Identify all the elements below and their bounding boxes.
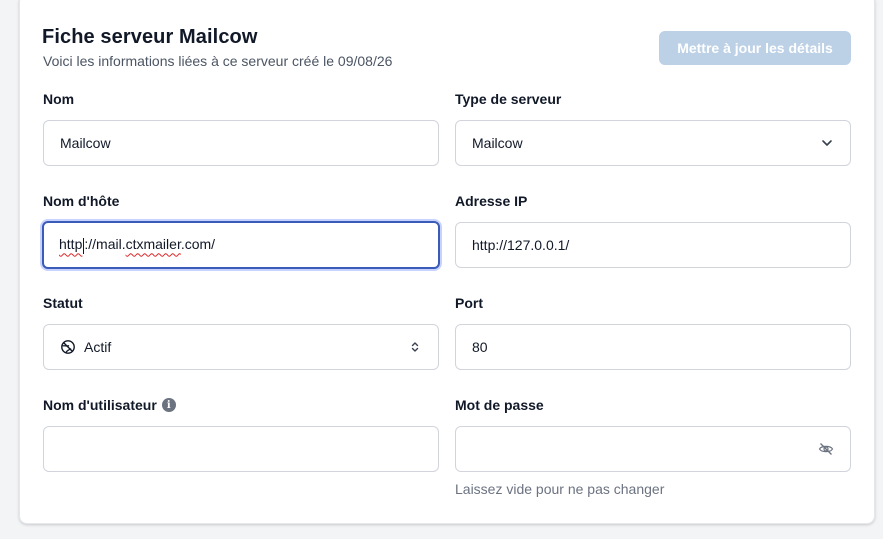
- status-label: Statut: [43, 295, 83, 311]
- name-input[interactable]: Mailcow: [43, 120, 439, 166]
- username-input[interactable]: [43, 426, 439, 472]
- eye-slash-icon[interactable]: [818, 441, 834, 457]
- hostname-input[interactable]: http://mail.ctxmailer.com/: [42, 221, 440, 269]
- username-label-row: Nom d'utilisateur i: [43, 397, 176, 413]
- name-input-value: Mailcow: [60, 135, 111, 151]
- page-subtitle: Voici les informations liées à ce serveu…: [43, 53, 393, 69]
- page-title: Fiche serveur Mailcow: [42, 26, 258, 48]
- chevron-up-down-icon: [411, 342, 419, 352]
- server-type-label: Type de serveur: [455, 91, 562, 107]
- password-hint: Laissez vide pour ne pas changer: [455, 481, 665, 497]
- name-label: Nom: [43, 91, 75, 107]
- server-type-select[interactable]: Mailcow: [455, 120, 851, 166]
- port-label: Port: [455, 295, 483, 311]
- update-details-button[interactable]: Mettre à jour les détails: [659, 31, 851, 65]
- hostname-input-value: http://mail.ctxmailer.com/: [59, 236, 216, 254]
- password-input[interactable]: [455, 426, 851, 472]
- username-label: Nom d'utilisateur: [43, 397, 157, 413]
- server-type-value: Mailcow: [472, 135, 523, 151]
- ip-address-value: http://127.0.0.1/: [472, 237, 570, 253]
- password-label: Mot de passe: [455, 397, 544, 413]
- status-select[interactable]: Actif: [43, 324, 439, 370]
- ip-address-input[interactable]: http://127.0.0.1/: [455, 222, 851, 268]
- chevron-down-icon: [822, 140, 832, 146]
- globe-off-icon: [61, 340, 75, 354]
- port-value: 80: [472, 339, 488, 355]
- info-icon[interactable]: i: [161, 398, 176, 412]
- hostname-label: Nom d'hôte: [43, 193, 120, 209]
- ip-address-label: Adresse IP: [455, 193, 528, 209]
- port-input[interactable]: 80: [455, 324, 851, 370]
- status-value: Actif: [84, 339, 112, 355]
